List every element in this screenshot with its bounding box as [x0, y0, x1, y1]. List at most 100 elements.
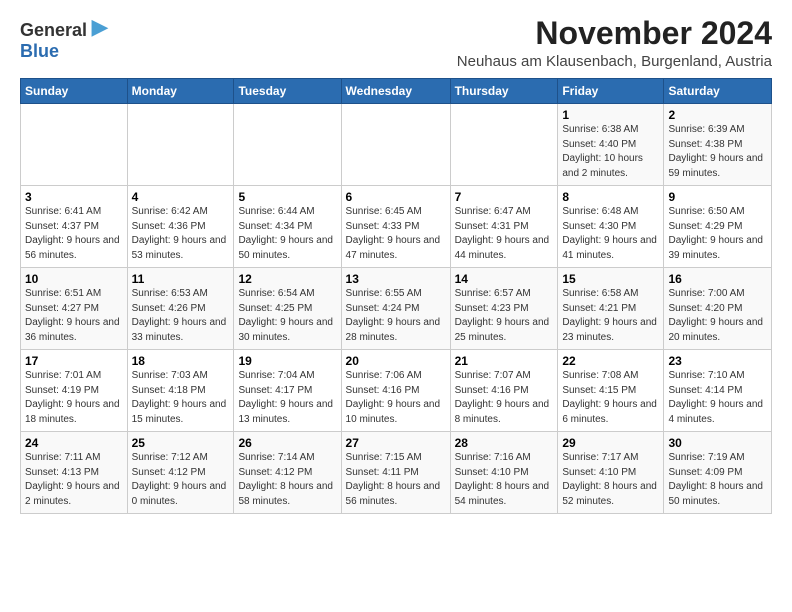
calendar-cell: 28Sunrise: 7:16 AMSunset: 4:10 PMDayligh…: [450, 432, 558, 514]
day-info: Sunrise: 6:41 AMSunset: 4:37 PMDaylight:…: [25, 205, 123, 263]
logo-blue: Blue: [20, 42, 108, 60]
calendar-cell: 3Sunrise: 6:41 AMSunset: 4:37 PMDaylight…: [21, 186, 128, 268]
calendar-cell: [234, 104, 341, 186]
day-number: 5: [238, 190, 336, 204]
day-info: Sunrise: 6:50 AMSunset: 4:29 PMDaylight:…: [668, 205, 767, 263]
day-number: 21: [455, 354, 554, 368]
day-info: Sunrise: 7:06 AMSunset: 4:16 PMDaylight:…: [346, 369, 446, 427]
col-saturday: Saturday: [664, 79, 772, 104]
calendar-cell: 13Sunrise: 6:55 AMSunset: 4:24 PMDayligh…: [341, 268, 450, 350]
day-info: Sunrise: 6:54 AMSunset: 4:25 PMDaylight:…: [238, 287, 336, 345]
day-number: 20: [346, 354, 446, 368]
day-info: Sunrise: 7:17 AMSunset: 4:10 PMDaylight:…: [562, 451, 659, 509]
calendar-cell: [127, 104, 234, 186]
day-info: Sunrise: 7:15 AMSunset: 4:11 PMDaylight:…: [346, 451, 446, 509]
calendar-table: Sunday Monday Tuesday Wednesday Thursday…: [20, 78, 772, 514]
day-info: Sunrise: 6:45 AMSunset: 4:33 PMDaylight:…: [346, 205, 446, 263]
day-info: Sunrise: 6:55 AMSunset: 4:24 PMDaylight:…: [346, 287, 446, 345]
day-number: 24: [25, 436, 123, 450]
day-info: Sunrise: 6:53 AMSunset: 4:26 PMDaylight:…: [132, 287, 230, 345]
calendar-cell: 14Sunrise: 6:57 AMSunset: 4:23 PMDayligh…: [450, 268, 558, 350]
day-info: Sunrise: 6:38 AMSunset: 4:40 PMDaylight:…: [562, 123, 659, 181]
day-number: 30: [668, 436, 767, 450]
calendar-cell: 1Sunrise: 6:38 AMSunset: 4:40 PMDaylight…: [558, 104, 664, 186]
day-info: Sunrise: 6:48 AMSunset: 4:30 PMDaylight:…: [562, 205, 659, 263]
day-number: 15: [562, 272, 659, 286]
day-number: 8: [562, 190, 659, 204]
header: General ▶ Blue November 2024 Neuhaus am …: [20, 16, 772, 70]
day-number: 27: [346, 436, 446, 450]
calendar-week-1: 3Sunrise: 6:41 AMSunset: 4:37 PMDaylight…: [21, 186, 772, 268]
page: General ▶ Blue November 2024 Neuhaus am …: [0, 0, 792, 524]
day-info: Sunrise: 6:39 AMSunset: 4:38 PMDaylight:…: [668, 123, 767, 181]
day-info: Sunrise: 7:12 AMSunset: 4:12 PMDaylight:…: [132, 451, 230, 509]
day-info: Sunrise: 7:14 AMSunset: 4:12 PMDaylight:…: [238, 451, 336, 509]
day-number: 3: [25, 190, 123, 204]
calendar-cell: 10Sunrise: 6:51 AMSunset: 4:27 PMDayligh…: [21, 268, 128, 350]
day-info: Sunrise: 6:51 AMSunset: 4:27 PMDaylight:…: [25, 287, 123, 345]
day-number: 17: [25, 354, 123, 368]
day-info: Sunrise: 6:47 AMSunset: 4:31 PMDaylight:…: [455, 205, 554, 263]
calendar-cell: 20Sunrise: 7:06 AMSunset: 4:16 PMDayligh…: [341, 350, 450, 432]
day-number: 22: [562, 354, 659, 368]
calendar-cell: 9Sunrise: 6:50 AMSunset: 4:29 PMDaylight…: [664, 186, 772, 268]
header-row: Sunday Monday Tuesday Wednesday Thursday…: [21, 79, 772, 104]
calendar-cell: 6Sunrise: 6:45 AMSunset: 4:33 PMDaylight…: [341, 186, 450, 268]
day-number: 14: [455, 272, 554, 286]
day-info: Sunrise: 7:11 AMSunset: 4:13 PMDaylight:…: [25, 451, 123, 509]
col-tuesday: Tuesday: [234, 79, 341, 104]
calendar-cell: [21, 104, 128, 186]
day-number: 7: [455, 190, 554, 204]
calendar-cell: 25Sunrise: 7:12 AMSunset: 4:12 PMDayligh…: [127, 432, 234, 514]
day-number: 16: [668, 272, 767, 286]
calendar-cell: 5Sunrise: 6:44 AMSunset: 4:34 PMDaylight…: [234, 186, 341, 268]
day-info: Sunrise: 6:58 AMSunset: 4:21 PMDaylight:…: [562, 287, 659, 345]
day-number: 13: [346, 272, 446, 286]
day-info: Sunrise: 7:10 AMSunset: 4:14 PMDaylight:…: [668, 369, 767, 427]
col-sunday: Sunday: [21, 79, 128, 104]
calendar-cell: 12Sunrise: 6:54 AMSunset: 4:25 PMDayligh…: [234, 268, 341, 350]
day-info: Sunrise: 6:57 AMSunset: 4:23 PMDaylight:…: [455, 287, 554, 345]
col-thursday: Thursday: [450, 79, 558, 104]
day-number: 18: [132, 354, 230, 368]
location-title: Neuhaus am Klausenbach, Burgenland, Aust…: [108, 53, 772, 70]
day-number: 25: [132, 436, 230, 450]
day-info: Sunrise: 7:16 AMSunset: 4:10 PMDaylight:…: [455, 451, 554, 509]
col-friday: Friday: [558, 79, 664, 104]
calendar-cell: 21Sunrise: 7:07 AMSunset: 4:16 PMDayligh…: [450, 350, 558, 432]
day-number: 1: [562, 108, 659, 122]
calendar-cell: 2Sunrise: 6:39 AMSunset: 4:38 PMDaylight…: [664, 104, 772, 186]
calendar-cell: 7Sunrise: 6:47 AMSunset: 4:31 PMDaylight…: [450, 186, 558, 268]
day-number: 12: [238, 272, 336, 286]
calendar-cell: 23Sunrise: 7:10 AMSunset: 4:14 PMDayligh…: [664, 350, 772, 432]
calendar-week-4: 24Sunrise: 7:11 AMSunset: 4:13 PMDayligh…: [21, 432, 772, 514]
day-number: 2: [668, 108, 767, 122]
calendar-cell: 4Sunrise: 6:42 AMSunset: 4:36 PMDaylight…: [127, 186, 234, 268]
calendar-week-2: 10Sunrise: 6:51 AMSunset: 4:27 PMDayligh…: [21, 268, 772, 350]
calendar-cell: 22Sunrise: 7:08 AMSunset: 4:15 PMDayligh…: [558, 350, 664, 432]
calendar-cell: 17Sunrise: 7:01 AMSunset: 4:19 PMDayligh…: [21, 350, 128, 432]
day-info: Sunrise: 7:19 AMSunset: 4:09 PMDaylight:…: [668, 451, 767, 509]
col-wednesday: Wednesday: [341, 79, 450, 104]
calendar-cell: 24Sunrise: 7:11 AMSunset: 4:13 PMDayligh…: [21, 432, 128, 514]
calendar-body: 1Sunrise: 6:38 AMSunset: 4:40 PMDaylight…: [21, 104, 772, 514]
day-number: 10: [25, 272, 123, 286]
day-number: 4: [132, 190, 230, 204]
calendar-cell: 15Sunrise: 6:58 AMSunset: 4:21 PMDayligh…: [558, 268, 664, 350]
calendar-cell: 16Sunrise: 7:00 AMSunset: 4:20 PMDayligh…: [664, 268, 772, 350]
calendar-cell: 8Sunrise: 6:48 AMSunset: 4:30 PMDaylight…: [558, 186, 664, 268]
day-info: Sunrise: 7:01 AMSunset: 4:19 PMDaylight:…: [25, 369, 123, 427]
day-info: Sunrise: 7:08 AMSunset: 4:15 PMDaylight:…: [562, 369, 659, 427]
calendar-cell: 19Sunrise: 7:04 AMSunset: 4:17 PMDayligh…: [234, 350, 341, 432]
month-title: November 2024: [108, 16, 772, 51]
calendar-cell: [450, 104, 558, 186]
calendar-week-0: 1Sunrise: 6:38 AMSunset: 4:40 PMDaylight…: [21, 104, 772, 186]
calendar-cell: [341, 104, 450, 186]
calendar-cell: 11Sunrise: 6:53 AMSunset: 4:26 PMDayligh…: [127, 268, 234, 350]
day-info: Sunrise: 7:07 AMSunset: 4:16 PMDaylight:…: [455, 369, 554, 427]
calendar-cell: 18Sunrise: 7:03 AMSunset: 4:18 PMDayligh…: [127, 350, 234, 432]
day-info: Sunrise: 6:44 AMSunset: 4:34 PMDaylight:…: [238, 205, 336, 263]
day-number: 19: [238, 354, 336, 368]
day-info: Sunrise: 7:04 AMSunset: 4:17 PMDaylight:…: [238, 369, 336, 427]
day-info: Sunrise: 7:03 AMSunset: 4:18 PMDaylight:…: [132, 369, 230, 427]
